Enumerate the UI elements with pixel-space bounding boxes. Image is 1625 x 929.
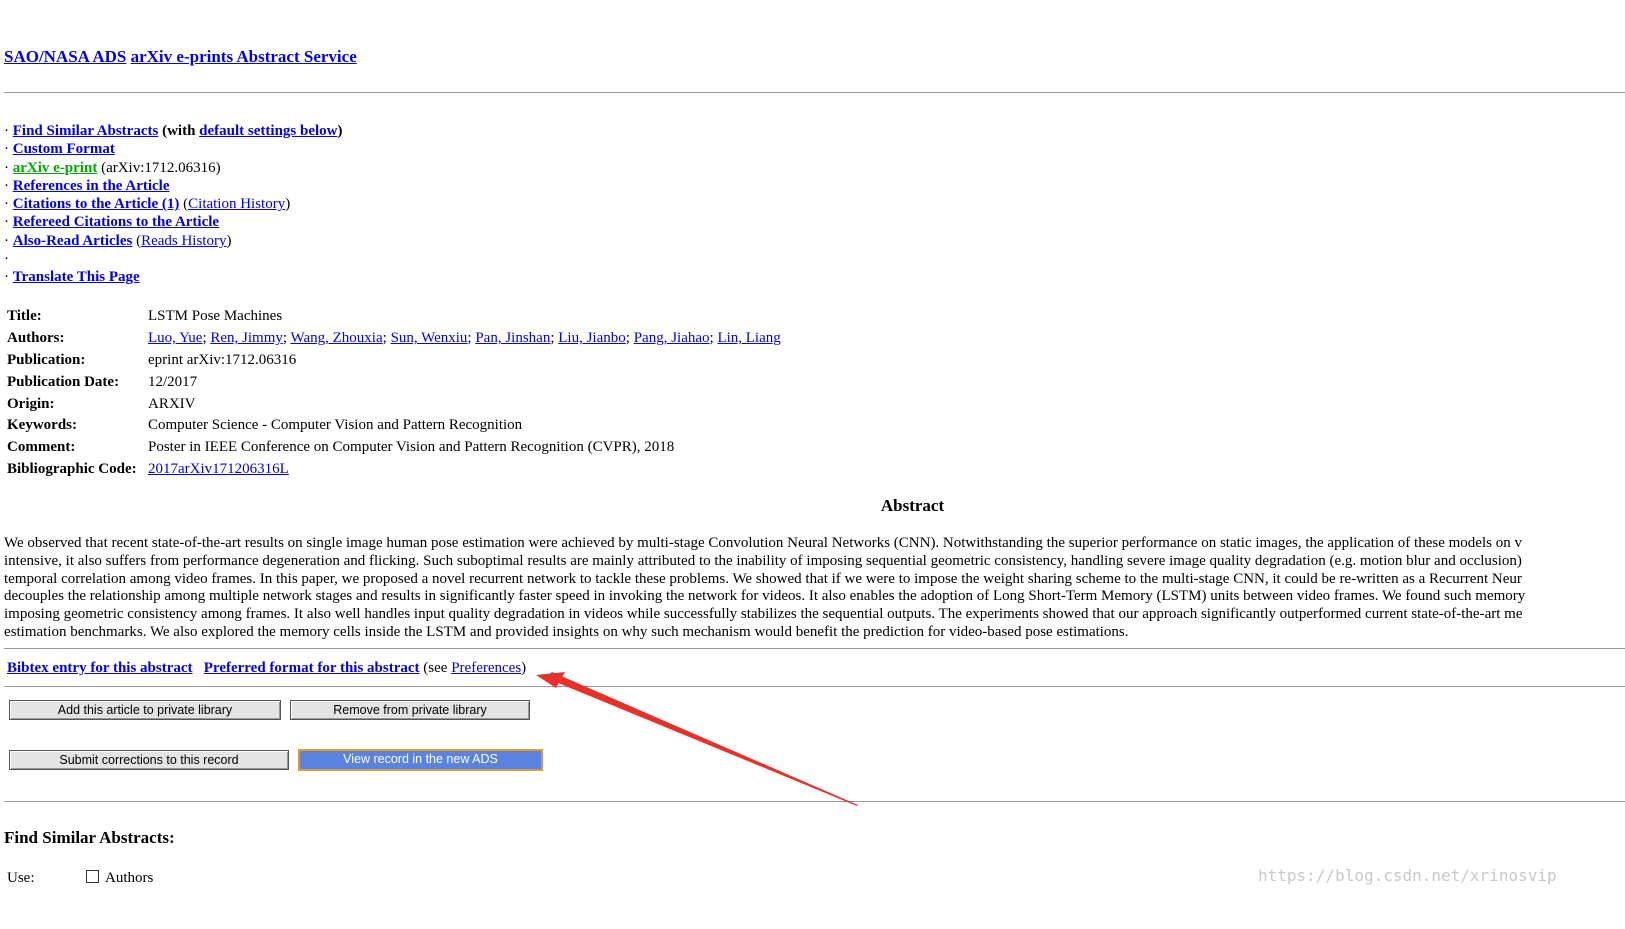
buttons-divider <box>4 801 1625 802</box>
view-new-ads-button[interactable]: View record in the new ADS <box>298 749 543 771</box>
bibcode-value: 2017arXiv171206316L <box>148 459 781 481</box>
format-links: Bibtex entry for this abstract Preferred… <box>7 660 526 677</box>
find-similar-link[interactable]: Find Similar Abstracts <box>13 123 159 139</box>
link-row-custom-format: · Custom Format <box>4 141 115 158</box>
comment-label: Comment: <box>7 439 76 456</box>
author-link[interactable]: Ren, Jimmy <box>210 330 283 346</box>
authors-checkbox-label: Authors <box>105 870 154 886</box>
author-link[interactable]: Pan, Jinshan <box>475 330 550 346</box>
author-link[interactable]: Luo, Yue <box>148 330 202 346</box>
authors-checkbox[interactable] <box>86 870 99 883</box>
abstract-line: intensive, it also suffers from performa… <box>4 552 1522 569</box>
preferences-link[interactable]: Preferences <box>451 660 521 676</box>
meta-row-bibcode: Bibliographic Code: 2017arXiv171206316L <box>7 459 781 481</box>
pubdate-label: Publication Date: <box>7 373 120 390</box>
custom-format-link[interactable]: Custom Format <box>13 141 115 157</box>
publication-value: eprint arXiv:1712.06316 <box>148 351 297 368</box>
origin-label: Origin: <box>7 395 55 412</box>
link-row-citations: · Citations to the Article (1) (Citation… <box>4 196 291 213</box>
page-header: SAO/NASA ADS arXiv e-prints Abstract Ser… <box>4 47 357 67</box>
author-link[interactable]: Lin, Liang <box>717 330 780 346</box>
link-row-references: · References in the Article <box>4 177 170 194</box>
origin-value: ARXIV <box>148 395 196 412</box>
publication-label: Publication: <box>7 351 86 368</box>
link-row-translate: · Translate This Page <box>4 269 140 286</box>
author-link[interactable]: Wang, Zhouxia <box>291 330 383 346</box>
meta-row-publication: Publication: eprint arXiv:1712.06316 <box>7 350 781 372</box>
abstract-line: imposing geometric consistency among fra… <box>4 606 1523 623</box>
find-similar-heading: Find Similar Abstracts: <box>4 828 175 847</box>
citations-link[interactable]: Citations to the Article (1) <box>13 196 180 212</box>
abstract-divider <box>4 648 1625 649</box>
remove-private-library-button[interactable]: Remove from private library <box>290 700 530 720</box>
arrow-shaft <box>546 672 858 806</box>
abstract-line: temporal correlation among video frames.… <box>4 570 1522 587</box>
authors-label: Authors: <box>7 330 65 347</box>
abstract-heading: Abstract <box>880 496 945 515</box>
link-row-also-read: · Also-Read Articles (Reads History) <box>4 232 232 249</box>
use-row: Use: Authors <box>7 870 153 887</box>
references-link[interactable]: References in the Article <box>13 178 170 194</box>
bibcode-label: Bibliographic Code: <box>7 460 137 477</box>
author-link[interactable]: Liu, Jianbo <box>558 330 626 346</box>
link-row-empty: · <box>4 251 9 268</box>
keywords-value: Computer Science - Computer Vision and P… <box>148 417 523 434</box>
authors-value: Luo, Yue; Ren, Jimmy; Wang, Zhouxia; Sun… <box>148 330 781 347</box>
also-read-link[interactable]: Also-Read Articles <box>13 233 133 249</box>
ads-home-link[interactable]: SAO/NASA ADS <box>4 47 126 66</box>
abstract-line: We observed that recent state-of-the-art… <box>4 535 1522 551</box>
author-link[interactable]: Sun, Wenxiu <box>391 330 468 346</box>
pubdate-value: 12/2017 <box>148 373 198 390</box>
refereed-citations-link[interactable]: Refereed Citations to the Article <box>13 214 219 230</box>
metadata-table: Title: LSTM Pose Machines Authors: Luo, … <box>7 306 781 480</box>
author-link[interactable]: Pang, Jiahao <box>634 330 710 346</box>
see-close-text: ) <box>521 660 527 676</box>
meta-row-keywords: Keywords: Computer Science - Computer Vi… <box>7 415 781 437</box>
bibcode-link[interactable]: 2017arXiv171206316L <box>148 461 289 477</box>
arxiv-id-text: (arXiv:1712.06316) <box>101 159 221 176</box>
article-links: · Find Similar Abstracts (with default s… <box>4 122 343 287</box>
meta-row-origin: Origin: ARXIV <box>7 393 781 415</box>
abstract-line: decouples the relationship among multipl… <box>4 588 1526 605</box>
add-private-library-button[interactable]: Add this article to private library <box>9 700 281 720</box>
link-row-refereed: · Refereed Citations to the Article <box>4 214 220 231</box>
see-open-text: (see <box>423 660 448 676</box>
default-settings-link[interactable]: default settings below <box>199 123 337 139</box>
meta-row-title: Title: LSTM Pose Machines <box>7 306 781 328</box>
submit-corrections-button[interactable]: Submit corrections to this record <box>9 750 289 770</box>
abstract-body: We observed that recent state-of-the-art… <box>4 535 1625 642</box>
link-row-find-similar: · Find Similar Abstracts (with default s… <box>4 122 343 140</box>
citation-history-link[interactable]: Citation History <box>188 196 285 212</box>
translate-link[interactable]: Translate This Page <box>13 269 140 285</box>
reads-history-link[interactable]: Reads History <box>141 233 226 249</box>
title-value: LSTM Pose Machines <box>148 308 283 325</box>
bibtex-link[interactable]: Bibtex entry for this abstract <box>7 660 193 676</box>
with-close-text: ) <box>337 123 343 139</box>
abstract-line: estimation benchmarks. We also explored … <box>4 623 1129 640</box>
comment-value: Poster in IEEE Conference on Computer Vi… <box>148 439 675 456</box>
keywords-label: Keywords: <box>7 417 77 434</box>
arxiv-service-link[interactable]: arXiv e-prints Abstract Service <box>131 47 357 66</box>
link-row-arxiv: · arXiv e-print (arXiv:1712.06316) <box>4 159 221 176</box>
arxiv-eprint-link[interactable]: arXiv e-print <box>13 160 98 176</box>
with-open-text: (with <box>162 123 196 139</box>
bullet: · <box>4 123 9 139</box>
use-label: Use: <box>7 870 35 886</box>
meta-row-comment: Comment: Poster in IEEE Conference on Co… <box>7 437 781 459</box>
header-divider <box>4 92 1625 93</box>
meta-row-pubdate: Publication Date: 12/2017 <box>7 371 781 393</box>
meta-row-authors: Authors: Luo, Yue; Ren, Jimmy; Wang, Zho… <box>7 328 781 350</box>
links-divider <box>4 686 1625 687</box>
watermark: https://blog.csdn.net/xrinosvip <box>1258 866 1557 885</box>
preferred-format-link[interactable]: Preferred format for this abstract <box>204 660 420 676</box>
title-label: Title: <box>7 308 42 325</box>
